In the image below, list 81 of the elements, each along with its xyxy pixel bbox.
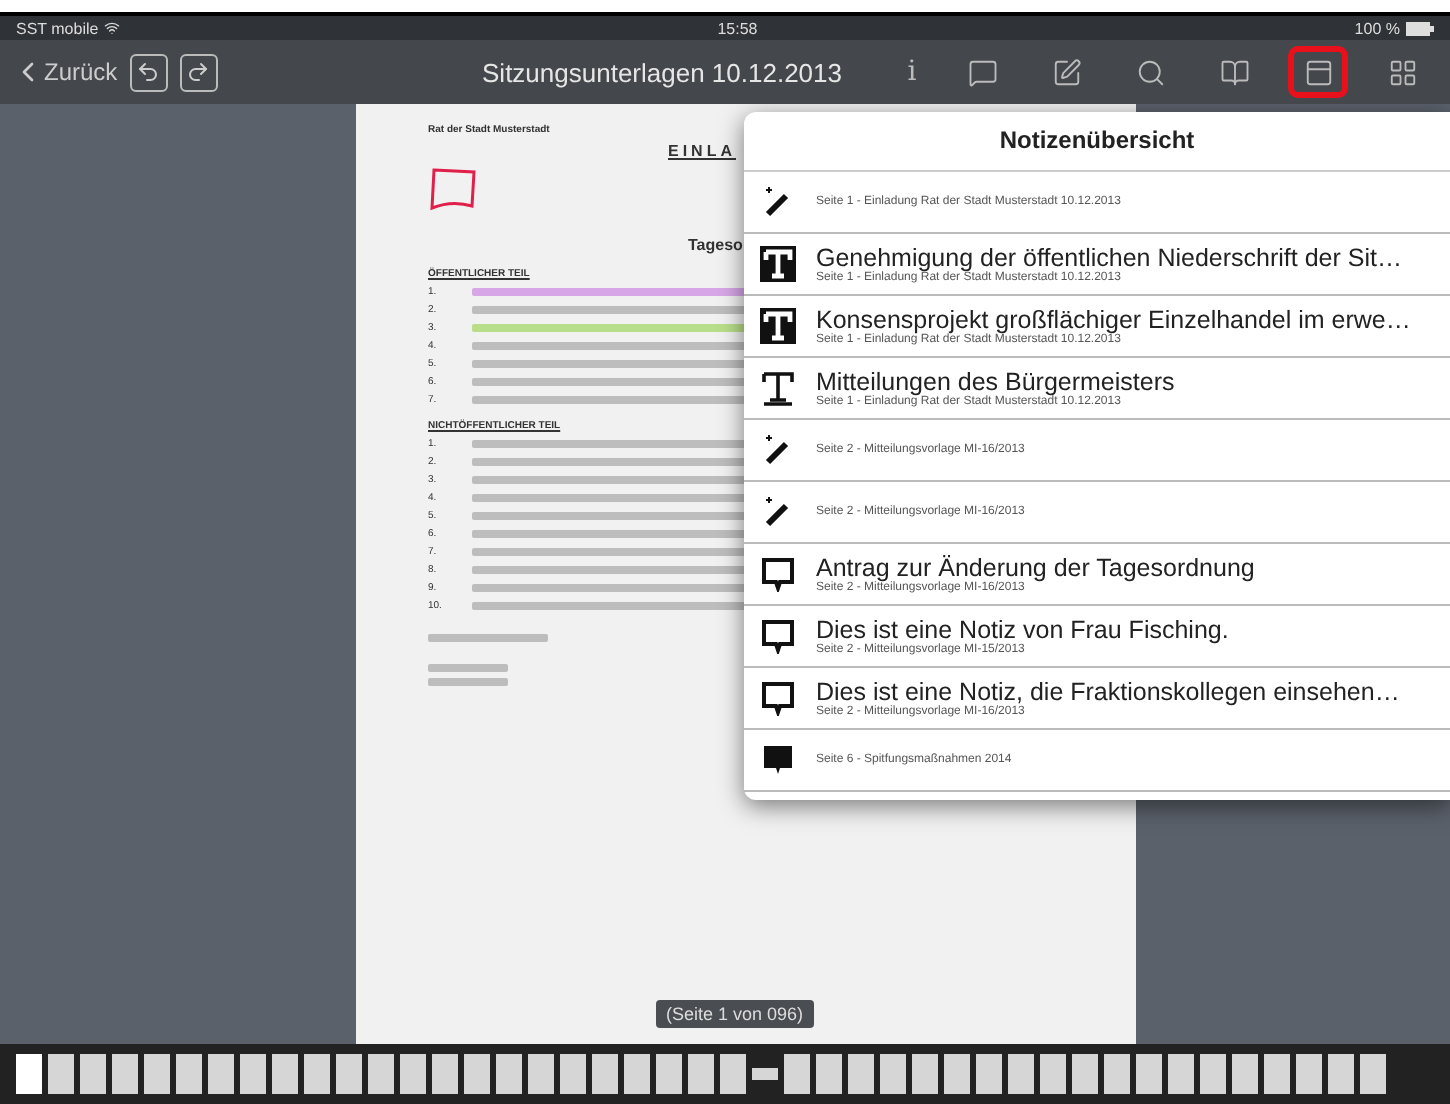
page-thumbnail[interactable]: [688, 1054, 714, 1094]
page-thumbnail[interactable]: [880, 1054, 906, 1094]
comment-icon: [967, 57, 997, 87]
book-icon: [1219, 57, 1249, 87]
page-thumbnail[interactable]: [1072, 1054, 1098, 1094]
page-thumbnail[interactable]: [1328, 1054, 1354, 1094]
note-title: Konsensprojekt großflächiger Einzelhandel im erwe…: [816, 306, 1411, 334]
page-thumbnail[interactable]: [1232, 1054, 1258, 1094]
page-thumbnail[interactable]: [208, 1054, 234, 1094]
page-thumbnail[interactable]: [912, 1054, 938, 1094]
page-thumbnail[interactable]: [176, 1054, 202, 1094]
battery-icon: [1405, 21, 1434, 35]
page-thumbnail[interactable]: [496, 1054, 522, 1094]
page-thumbnail[interactable]: [560, 1054, 586, 1094]
text-icon: [760, 308, 796, 344]
back-button[interactable]: Zurück: [12, 56, 118, 88]
page-thumbnail[interactable]: [368, 1054, 394, 1094]
page-thumbnail[interactable]: [976, 1054, 1002, 1094]
comment-icon: [760, 680, 796, 716]
page-thumbnail[interactable]: [1104, 1054, 1130, 1094]
battery-percent: 100 %: [1354, 19, 1400, 37]
agenda-heading: Tageso: [688, 236, 745, 254]
text-icon: [760, 370, 796, 406]
page-thumbnail[interactable]: [336, 1054, 362, 1094]
page-thumbnail[interactable]: [816, 1054, 842, 1094]
page-thumbnail[interactable]: [240, 1054, 266, 1094]
note-title: Dies ist eine Notiz, die Fraktionskollegen einsehen…: [816, 678, 1400, 706]
page-thumbnail[interactable]: [656, 1054, 682, 1094]
undo-button[interactable]: [129, 53, 168, 91]
page-thumbnails-strip[interactable]: [0, 1044, 1450, 1104]
page-thumbnail[interactable]: [1296, 1054, 1322, 1094]
page-thumbnail[interactable]: [1264, 1054, 1290, 1094]
clock: 15:58: [717, 19, 758, 37]
page-thumbnail[interactable]: [112, 1054, 138, 1094]
text-icon: [760, 246, 796, 282]
note-title: Dies ist eine Notiz von Frau Fisching.: [816, 616, 1229, 644]
page-thumbnail[interactable]: [848, 1054, 874, 1094]
page-thumbnail[interactable]: [1136, 1054, 1162, 1094]
page-thumbnail[interactable]: [272, 1054, 298, 1094]
page-thumbnail[interactable]: [16, 1054, 42, 1094]
undo-icon: [136, 60, 161, 84]
info-button[interactable]: i: [890, 56, 934, 88]
page-indicator: (Seite 1 von 096): [656, 1000, 814, 1028]
edit-icon: [1051, 57, 1081, 87]
comment-icon: [760, 742, 796, 778]
page-thumbnail[interactable]: [48, 1054, 74, 1094]
note-title: Genehmigung der öffentlichen Niederschrift der Sit…: [816, 244, 1402, 272]
page-thumbnail[interactable]: [1168, 1054, 1194, 1094]
grid-icon: [1387, 57, 1417, 87]
document-title: Sitzungsunterlagen 10.12.2013: [482, 57, 842, 87]
note-title: Mitteilungen des Bürgermeisters: [816, 368, 1175, 396]
comment-icon: [760, 556, 796, 592]
page-thumbnail[interactable]: [432, 1054, 458, 1094]
notes-icon: [1303, 57, 1333, 87]
redo-button[interactable]: [179, 53, 218, 91]
document-heading: EINLA: [668, 142, 738, 160]
page-thumbnail[interactable]: [624, 1054, 650, 1094]
page-thumbnail[interactable]: [1360, 1054, 1386, 1094]
page-thumbnail[interactable]: [784, 1054, 810, 1094]
page-thumbnail[interactable]: [464, 1054, 490, 1094]
wifi-icon: [104, 20, 121, 36]
popover-title: Notizenübersicht: [744, 112, 1450, 172]
page-thumbnail[interactable]: [1008, 1054, 1034, 1094]
comment-icon: [760, 618, 796, 654]
page-thumbnail[interactable]: [80, 1054, 106, 1094]
note-title: Antrag zur Änderung der Tagesordnung: [816, 554, 1255, 582]
carrier-name: SST mobile: [16, 19, 99, 37]
page-thumbnail[interactable]: [944, 1054, 970, 1094]
search-icon: [1135, 57, 1165, 87]
page-thumbnail[interactable]: [304, 1054, 330, 1094]
notes-button[interactable]: [1288, 46, 1348, 98]
page-thumbnail[interactable]: [528, 1054, 554, 1094]
freehand-rectangle-drawing: [428, 166, 480, 214]
page-thumbnail[interactable]: [720, 1054, 746, 1094]
redo-icon: [186, 60, 211, 84]
page-thumbnail[interactable]: [752, 1068, 778, 1080]
page-thumbnail[interactable]: [400, 1054, 426, 1094]
page-thumbnail[interactable]: [1200, 1054, 1226, 1094]
page-thumbnail[interactable]: [592, 1054, 618, 1094]
page-thumbnail[interactable]: [144, 1054, 170, 1094]
page-thumbnail[interactable]: [1040, 1054, 1066, 1094]
